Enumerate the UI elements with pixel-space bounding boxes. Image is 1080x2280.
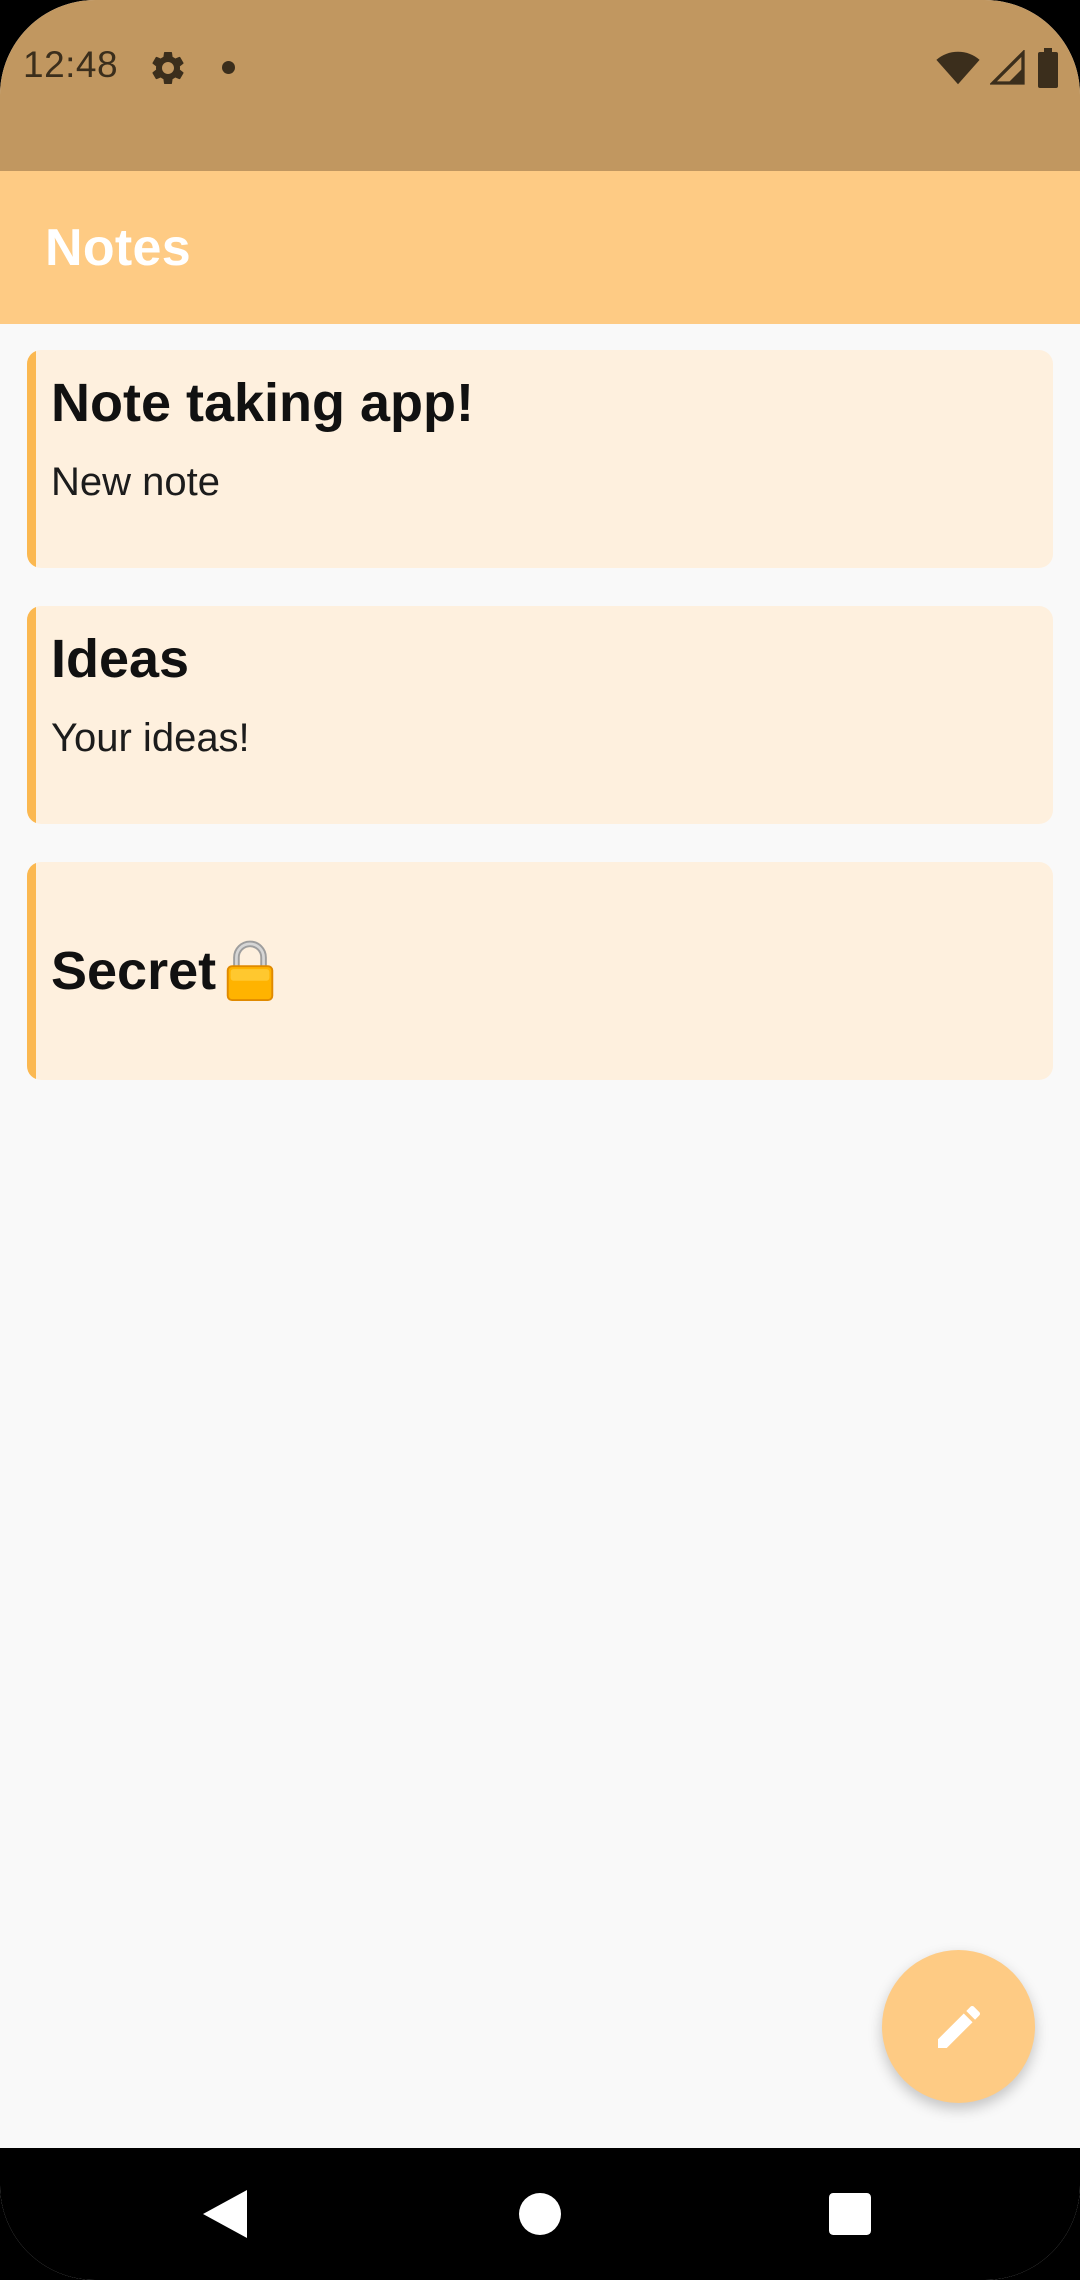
- note-title: Note taking app!: [51, 373, 475, 433]
- note-body: New note: [51, 460, 220, 504]
- battery-icon: [1038, 48, 1058, 88]
- status-bar: 12:48: [0, 0, 1080, 171]
- wifi-icon: [936, 51, 980, 85]
- gear-icon: [152, 51, 184, 84]
- new-note-button[interactable]: [882, 1950, 1035, 2103]
- note-title: Ideas: [51, 629, 190, 689]
- status-icons: [936, 48, 1060, 88]
- home-button[interactable]: [500, 2174, 580, 2254]
- note-card[interactable]: Secret: [27, 862, 1053, 1080]
- recents-button[interactable]: [810, 2174, 890, 2254]
- page-title: Notes: [45, 218, 191, 277]
- back-button[interactable]: [185, 2174, 265, 2254]
- note-title: Secret: [51, 941, 217, 1001]
- navigation-bar: [0, 2148, 1080, 2280]
- note-card[interactable]: Note taking app! New note: [27, 350, 1053, 568]
- notification-dot-icon: [222, 61, 235, 74]
- pencil-icon: [937, 2005, 980, 2048]
- note-body: Your ideas!: [51, 716, 250, 760]
- note-card[interactable]: Ideas Your ideas!: [27, 606, 1053, 824]
- status-time: 12:48: [23, 44, 119, 85]
- recents-icon: [829, 2193, 871, 2235]
- cell-signal-icon: [990, 50, 1025, 85]
- back-icon: [203, 2190, 247, 2238]
- phone-screen: 12:48 Notes Note taking app! New note Id…: [0, 0, 1080, 2280]
- lock-icon: [226, 940, 274, 1002]
- home-icon: [519, 2193, 561, 2235]
- app-bar: Notes: [0, 171, 1080, 324]
- notes-list: Note taking app! New note Ideas Your ide…: [27, 350, 1053, 1118]
- note-title-row: Secret: [51, 940, 276, 1002]
